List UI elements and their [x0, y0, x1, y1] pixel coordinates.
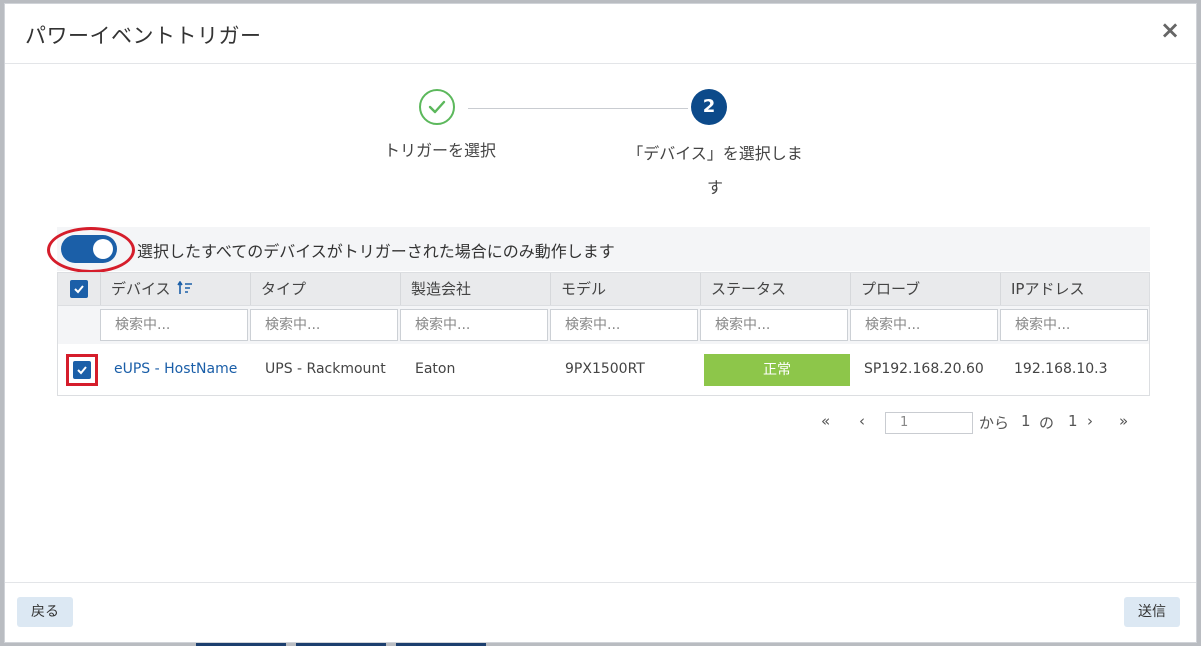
filter-status-input[interactable]: 検索中...	[700, 309, 848, 341]
table-header: デバイス タイプ 製造会社 モデル ステータス プローブ IPアドレス	[57, 272, 1150, 306]
step-2-label: 「デバイス」を選択しま す	[617, 137, 813, 205]
step-2-number: 2	[691, 89, 727, 125]
power-event-trigger-dialog: パワーイベントトリガー × トリガーを選択 2 「デバイス」を選択しま す 選択…	[4, 3, 1197, 643]
sort-icon[interactable]	[177, 280, 193, 295]
column-header-model[interactable]: モデル	[550, 273, 700, 305]
cell-ip: 192.168.10.3	[1014, 361, 1108, 377]
device-table: デバイス タイプ 製造会社 モデル ステータス プローブ IPアドレス 検索中.…	[57, 272, 1150, 396]
pager-sep: の	[1039, 414, 1055, 432]
step-2-label-line1: 「デバイス」を選択しま	[627, 144, 803, 163]
all-devices-toggle-row: 選択したすべてのデバイスがトリガーされた場合にのみ動作します	[57, 227, 1150, 271]
dialog-header: パワーイベントトリガー ×	[5, 4, 1196, 64]
filter-probe-input[interactable]: 検索中...	[850, 309, 998, 341]
dialog-title: パワーイベントトリガー	[25, 24, 262, 48]
pager-of-label: から	[979, 414, 1010, 432]
cell-status: 正常	[700, 344, 850, 394]
cell-manufacturer: Eaton	[415, 361, 456, 377]
close-icon[interactable]: ×	[1158, 18, 1182, 42]
filter-ip-input[interactable]: 検索中...	[1000, 309, 1148, 341]
dialog-footer: 戻る 送信	[5, 582, 1196, 642]
back-button[interactable]: 戻る	[17, 597, 73, 627]
column-header-manufacturer[interactable]: 製造会社	[400, 273, 550, 305]
prev-page-button[interactable]: ‹	[859, 412, 865, 430]
column-header-type[interactable]: タイプ	[250, 273, 400, 305]
step-1-label: トリガーを選択	[383, 141, 496, 160]
table-row[interactable]: eUPS - HostName UPS - Rackmount Eaton 9P…	[57, 344, 1150, 396]
filter-row: 検索中... 検索中... 検索中... 検索中... 検索中... 検索中..…	[57, 306, 1150, 344]
pagination: « ‹ 1 から 1 の 1 › »	[817, 408, 1157, 440]
cell-type: UPS - Rackmount	[265, 361, 386, 377]
pager-current: 1	[1021, 412, 1031, 430]
filter-type-input[interactable]: 検索中...	[250, 309, 398, 341]
filter-manufacturer-input[interactable]: 検索中...	[400, 309, 548, 341]
filter-model-input[interactable]: 検索中...	[550, 309, 698, 341]
select-all-checkbox[interactable]	[70, 280, 88, 298]
step-complete-check-icon	[419, 89, 455, 125]
filter-device-input[interactable]: 検索中...	[100, 309, 248, 341]
column-header-device[interactable]: デバイス	[100, 273, 250, 305]
stepper: トリガーを選択 2 「デバイス」を選択しま す	[5, 64, 1196, 214]
column-header-device-label: デバイス	[111, 280, 171, 298]
cell-probe: SP192.168.20.60	[864, 361, 984, 377]
row-checkbox[interactable]	[73, 361, 91, 379]
column-header-ip[interactable]: IPアドレス	[1000, 273, 1150, 305]
next-page-button[interactable]: ›	[1087, 412, 1093, 430]
cell-model: 9PX1500RT	[565, 361, 645, 377]
device-name-link[interactable]: eUPS - HostName	[104, 344, 237, 394]
last-page-button[interactable]: »	[1119, 412, 1128, 430]
send-button[interactable]: 送信	[1124, 597, 1180, 627]
step-connector	[468, 108, 688, 109]
step-2-label-line2: す	[706, 178, 723, 197]
status-badge: 正常	[704, 354, 850, 386]
all-devices-toggle-label: 選択したすべてのデバイスがトリガーされた場合にのみ動作します	[137, 242, 615, 261]
column-header-status[interactable]: ステータス	[700, 273, 850, 305]
toggle-highlight-ring	[47, 227, 135, 273]
first-page-button[interactable]: «	[821, 412, 830, 430]
page-number-input[interactable]: 1	[885, 412, 973, 434]
pager-total: 1	[1068, 412, 1078, 430]
column-header-probe[interactable]: プローブ	[850, 273, 1000, 305]
